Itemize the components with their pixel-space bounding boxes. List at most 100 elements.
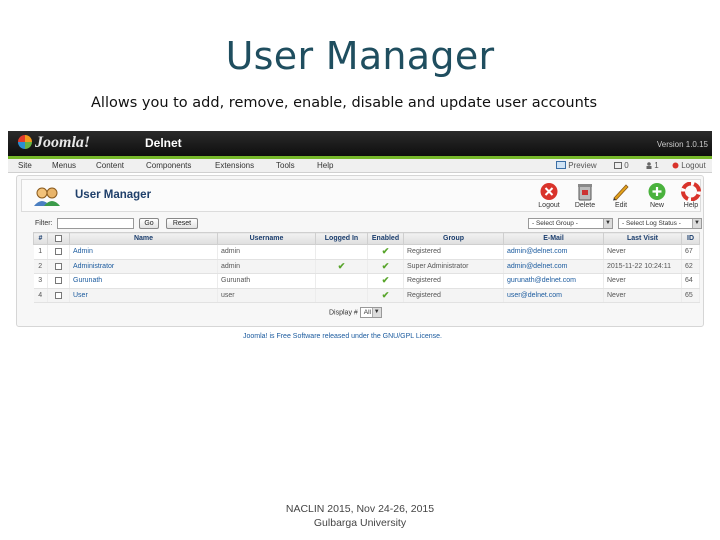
logged-in-cell: [315, 273, 368, 289]
enabled-toggle[interactable]: ✔: [367, 259, 404, 274]
email-link[interactable]: admin@delnet.com: [503, 244, 604, 260]
go-button[interactable]: Go: [139, 218, 159, 229]
row-checkbox-cell[interactable]: [47, 244, 70, 260]
messages-count[interactable]: 0: [614, 161, 629, 170]
column-header-last-visit[interactable]: Last Visit: [603, 232, 682, 245]
group-cell: Registered: [403, 273, 504, 289]
table-row: 2 Administrator admin ✔ ✔ Super Administ…: [33, 259, 700, 274]
menu-tools[interactable]: Tools: [276, 161, 295, 170]
table-row: 1 Admin admin ✔ Registered admin@delnet.…: [33, 244, 700, 260]
column-header-enabled[interactable]: Enabled: [367, 232, 404, 245]
plus-icon: [648, 183, 666, 200]
column-header-logged-in[interactable]: Logged In: [315, 232, 368, 245]
group-cell: Super Administrator: [403, 259, 504, 274]
user-name-link[interactable]: User: [69, 288, 218, 303]
last-visit-cell: 2015-11-22 10:24:11: [603, 259, 682, 274]
menu-components[interactable]: Components: [146, 161, 191, 170]
joomla-logo-icon: [18, 135, 32, 149]
check-icon: ✔: [381, 289, 390, 300]
user-manager-icon: [34, 187, 60, 206]
content-panel: User Manager Logout Delete Edit New Help: [16, 175, 704, 327]
row-number: 4: [33, 288, 48, 303]
column-header-id[interactable]: ID: [681, 232, 700, 245]
select-all-checkbox[interactable]: [55, 234, 62, 242]
row-checkbox[interactable]: [55, 277, 62, 285]
user-name-link[interactable]: Gurunath: [69, 273, 218, 289]
delete-button[interactable]: Delete: [570, 182, 600, 209]
column-header-group[interactable]: Group: [403, 232, 504, 245]
id-cell: 67: [681, 244, 700, 260]
filter-label: Filter:: [35, 220, 53, 227]
main-menu-bar: Site Menus Content Components Extensions…: [8, 159, 712, 173]
filter-row: Filter: Go Reset - Select Group - ▼ - Sel…: [35, 218, 705, 230]
display-count-select[interactable]: All ▼: [359, 307, 382, 318]
menu-help[interactable]: Help: [317, 161, 333, 170]
slide-footer: NACLIN 2015, Nov 24-26, 2015 Gulbarga Un…: [0, 502, 720, 530]
joomla-logo: Joomla!: [18, 134, 90, 152]
row-number: 2: [33, 259, 48, 274]
email-link[interactable]: user@delnet.com: [503, 288, 604, 303]
help-button[interactable]: Help: [676, 182, 706, 209]
email-link[interactable]: admin@delnet.com: [503, 259, 604, 274]
username-cell: Gurunath: [217, 273, 316, 289]
logout-link[interactable]: Logout: [672, 161, 706, 170]
column-header-username[interactable]: Username: [217, 232, 316, 245]
group-select[interactable]: - Select Group - ▼: [528, 218, 613, 229]
user-name-link[interactable]: Admin: [69, 244, 218, 260]
user-name-link[interactable]: Administrator: [69, 259, 218, 274]
logout-button[interactable]: Logout: [534, 182, 564, 209]
license-link[interactable]: Joomla! is Free Software released under …: [243, 333, 442, 340]
group-cell: Registered: [403, 288, 504, 303]
pagination-display: Display # All ▼: [329, 307, 382, 318]
check-icon: ✔: [337, 260, 346, 271]
enabled-toggle[interactable]: ✔: [367, 273, 404, 289]
column-header-name[interactable]: Name: [69, 232, 218, 245]
row-checkbox[interactable]: [55, 262, 62, 270]
row-checkbox-cell[interactable]: [47, 288, 70, 303]
edit-button[interactable]: Edit: [606, 182, 636, 209]
email-link[interactable]: gurunath@delnet.com: [503, 273, 604, 289]
logout-icon: [672, 162, 679, 169]
menu-site[interactable]: Site: [18, 161, 32, 170]
menu-extensions[interactable]: Extensions: [215, 161, 254, 170]
new-button[interactable]: New: [642, 182, 672, 209]
column-header-email[interactable]: E-Mail: [503, 232, 604, 245]
message-icon: [614, 162, 622, 169]
admin-header-bar: Joomla! Delnet Version 1.0.15: [8, 131, 712, 156]
conference-line: NACLIN 2015, Nov 24-26, 2015: [285, 503, 435, 515]
enabled-toggle[interactable]: ✔: [367, 244, 404, 260]
column-header-select-all[interactable]: [47, 232, 70, 245]
trash-icon: [578, 184, 592, 201]
menu-menus[interactable]: Menus: [52, 161, 76, 170]
row-checkbox[interactable]: [55, 248, 62, 256]
id-cell: 65: [681, 288, 700, 303]
chevron-down-icon: ▼: [603, 219, 612, 228]
row-checkbox-cell[interactable]: [47, 273, 70, 289]
last-visit-cell: Never: [603, 244, 682, 260]
check-icon: ✔: [381, 275, 390, 286]
preview-link[interactable]: Preview: [556, 161, 597, 170]
pencil-icon: [613, 184, 629, 201]
logged-in-cell: [315, 288, 368, 303]
id-cell: 64: [681, 273, 700, 289]
row-checkbox-cell[interactable]: [47, 259, 70, 274]
menu-content[interactable]: Content: [96, 161, 124, 170]
log-status-select[interactable]: - Select Log Status - ▼: [618, 218, 702, 229]
logged-in-cell: [315, 244, 368, 260]
enabled-toggle[interactable]: ✔: [367, 288, 404, 303]
reset-button[interactable]: Reset: [166, 218, 198, 229]
row-checkbox[interactable]: [55, 291, 62, 299]
table-row: 3 Gurunath Gurunath ✔ Registered gurunat…: [33, 273, 700, 289]
page-heading: User Manager: [75, 189, 152, 201]
check-icon: ✔: [381, 260, 390, 271]
joomla-screenshot: Joomla! Delnet Version 1.0.15 Site Menus…: [8, 131, 712, 343]
filter-input[interactable]: [57, 218, 134, 229]
page-toolbar: User Manager Logout Delete Edit New Help: [21, 179, 701, 212]
slide-title: User Manager: [225, 34, 495, 78]
row-number: 3: [33, 273, 48, 289]
check-icon: ✔: [381, 246, 390, 257]
chevron-down-icon: ▼: [692, 219, 701, 228]
id-cell: 62: [681, 259, 700, 274]
column-header-number: #: [33, 232, 48, 245]
group-cell: Registered: [403, 244, 504, 260]
